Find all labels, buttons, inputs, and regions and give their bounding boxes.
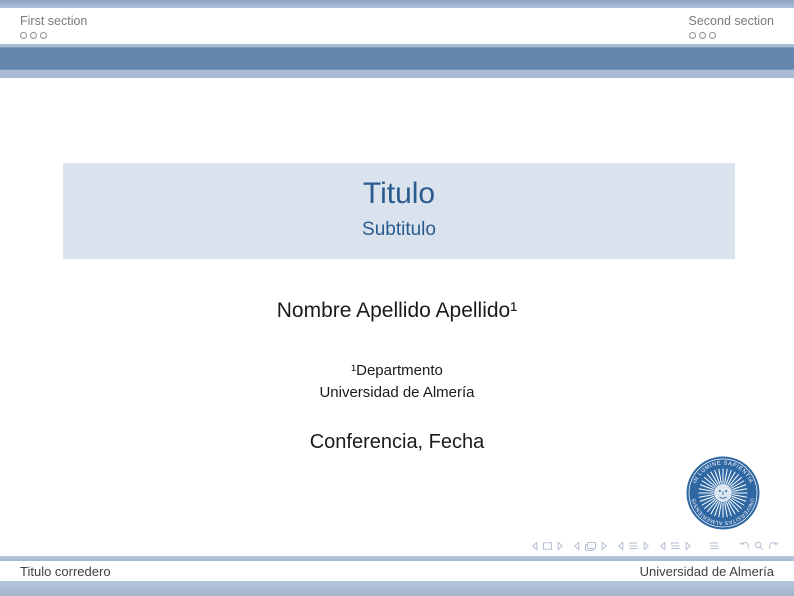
frame-next-icon[interactable] [601, 541, 608, 551]
frame-dots-first [20, 32, 87, 39]
slide-prev-icon[interactable] [531, 541, 538, 551]
institute-block: ¹Departmento Universidad de Almería [0, 360, 794, 403]
frame-dot[interactable] [30, 32, 37, 39]
footer-strip: Titulo corredero Universidad de Almería [0, 561, 794, 581]
title-box: Titulo Subtitulo [63, 163, 735, 259]
frame-dot[interactable] [699, 32, 706, 39]
section-link-second[interactable]: Second section [689, 13, 774, 29]
footer-short-title: Titulo corredero [20, 564, 111, 579]
section-link-first[interactable]: First section [20, 13, 87, 29]
frame-dot[interactable] [709, 32, 716, 39]
conference-date: Conferencia, Fecha [0, 431, 794, 454]
navigation-symbols [531, 540, 779, 552]
author-name: Nombre Apellido Apellido¹ [0, 299, 794, 323]
frame-dot[interactable] [40, 32, 47, 39]
university-seal-logo: IN LUMINE SAPIENTIA UNIVERSITAS ALMERIEN… [684, 454, 762, 532]
footer-institution: Universidad de Almería [640, 564, 774, 579]
top-decoration-strip [0, 0, 794, 8]
frame-icon[interactable] [584, 541, 597, 552]
appendix-icon[interactable] [709, 541, 720, 551]
frame-prev-icon[interactable] [573, 541, 580, 551]
frame-dot[interactable] [689, 32, 696, 39]
section-icon[interactable] [670, 541, 681, 551]
headline-bar: First section Second section [0, 8, 794, 44]
section-prev-icon[interactable] [659, 541, 666, 551]
section-nav-second: Second section [689, 13, 774, 39]
frame-dots-second [689, 32, 774, 39]
page-subtitle: Subtitulo [63, 218, 735, 242]
search-icon[interactable] [754, 541, 764, 551]
institute-university: Universidad de Almería [0, 382, 794, 404]
seal-sun-face [714, 484, 732, 502]
slide-next-icon[interactable] [557, 541, 564, 551]
institute-department: ¹Departmento [0, 360, 794, 382]
subsection-icon[interactable] [628, 541, 639, 551]
subsection-next-icon[interactable] [643, 541, 650, 551]
page-title: Titulo [63, 176, 735, 212]
frame-dot[interactable] [20, 32, 27, 39]
section-nav-first: First section [20, 13, 87, 39]
slide-icon[interactable] [542, 541, 553, 551]
band-light-bottom [0, 70, 794, 78]
footer-bottom-bar [0, 581, 794, 596]
section-next-icon[interactable] [685, 541, 692, 551]
band-main [0, 47, 794, 70]
back-icon[interactable] [739, 541, 750, 551]
forward-icon[interactable] [768, 541, 779, 551]
subsection-prev-icon[interactable] [617, 541, 624, 551]
